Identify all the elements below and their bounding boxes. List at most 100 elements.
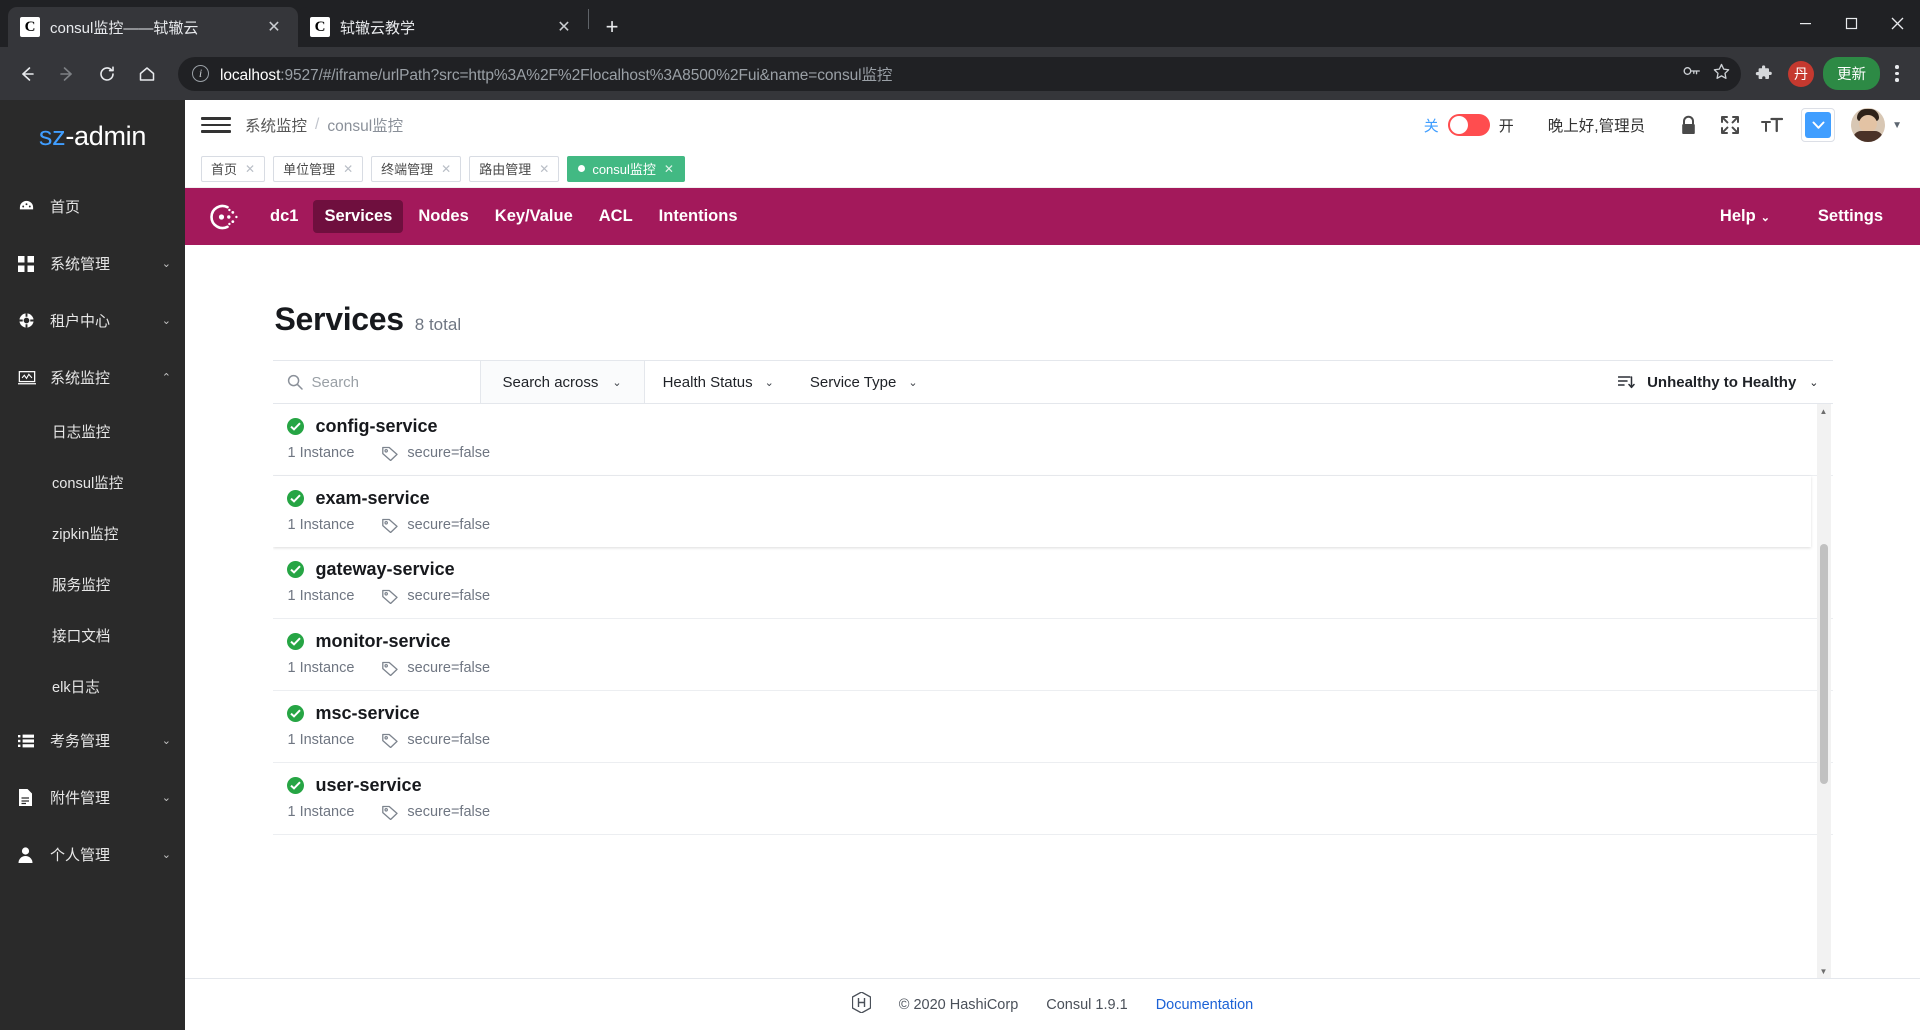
switch-off-label: 关 <box>1423 117 1439 135</box>
back-icon[interactable] <box>10 57 44 91</box>
breadcrumb-parent[interactable]: 系统监控 <box>245 114 307 136</box>
extensions-icon[interactable] <box>1749 59 1779 89</box>
sidebar-item-attachment-management[interactable]: 附件管理 ⌄ <box>0 769 185 826</box>
consul-iframe: dc1 Services Nodes Key/Value ACL Intenti… <box>185 188 1920 1030</box>
sidebar-item-home[interactable]: 首页 <box>0 178 185 235</box>
service-row-monitor-service[interactable]: monitor-service 1 Instance secure=false <box>272 619 1833 691</box>
service-row-gateway-service[interactable]: gateway-service 1 Instance secure=false <box>272 547 1833 619</box>
footer-copyright: © 2020 HashiCorp <box>898 996 1019 1013</box>
scrollbar-thumb[interactable] <box>1819 544 1828 784</box>
sidebar-item-tenant-center[interactable]: 租户中心 ⌄ <box>0 292 185 349</box>
lock-icon[interactable] <box>1667 105 1709 145</box>
page-tab-unit-management[interactable]: 单位管理 ✕ <box>273 155 364 182</box>
page-tab-route-management-label: 路由管理 <box>479 162 532 177</box>
consul-datacenter[interactable]: dc1 <box>259 200 309 233</box>
services-scrollbar[interactable]: ▲ ▼ <box>1816 404 1831 978</box>
sidebar-subitem-elk-logs[interactable]: elk日志 <box>0 661 185 712</box>
browser-menu-icon[interactable] <box>1884 65 1910 82</box>
service-instances-5: 1 Instance <box>287 732 355 748</box>
browser-tab-1-close-icon[interactable]: ✕ <box>262 17 286 37</box>
url-path: :9527/#/iframe/urlPath?src=http%3A%2F%2F… <box>280 66 893 84</box>
breadcrumb: 系统监控 / consul监控 <box>245 114 403 136</box>
service-row-msc-service[interactable]: msc-service 1 Instance secure=false <box>272 691 1833 763</box>
profile-avatar[interactable]: 丹 <box>1788 60 1814 87</box>
status-passing-icon-3 <box>286 561 304 578</box>
theme-toggle-switch[interactable] <box>1447 114 1490 136</box>
consul-favicon-icon: C <box>20 17 40 37</box>
page-tab-route-management-close-icon[interactable]: ✕ <box>539 162 549 176</box>
chevron-down-icon-search-across: ⌄ <box>612 376 622 389</box>
reload-icon[interactable] <box>90 57 124 91</box>
hamburger-menu-icon[interactable] <box>201 117 231 133</box>
health-status-dropdown[interactable]: Health Status ⌄ <box>645 361 792 403</box>
page-tab-consul-monitor[interactable]: consul监控 ✕ <box>567 155 685 182</box>
page-tab-home-close-icon[interactable]: ✕ <box>245 162 255 176</box>
sidebar-item-personal-management[interactable]: 个人管理 ⌄ <box>0 826 185 883</box>
app-logo[interactable]: sz -admin <box>0 100 185 172</box>
forward-icon[interactable] <box>50 57 84 91</box>
search-input-wrapper[interactable]: Search <box>273 361 481 403</box>
service-name-4: monitor-service <box>315 631 451 651</box>
health-status-label: Health Status <box>662 373 753 391</box>
browser-tab-2[interactable]: C 轼辙云教学 ✕ <box>298 7 588 47</box>
sidebar-subitem-api-docs[interactable]: 接口文档 <box>0 610 185 661</box>
page-tab-unit-management-close-icon[interactable]: ✕ <box>343 162 353 176</box>
footer-version: Consul 1.9.1 <box>1046 996 1128 1013</box>
switch-on-label: 开 <box>1498 117 1514 135</box>
page-tab-route-management[interactable]: 路由管理 ✕ <box>469 155 560 182</box>
sidebar-item-system-management[interactable]: 系统管理 ⌄ <box>0 235 185 292</box>
footer-documentation-link[interactable]: Documentation <box>1156 997 1254 1013</box>
home-icon[interactable] <box>130 57 164 91</box>
consul-logo-icon[interactable] <box>207 201 239 233</box>
language-dropdown-button[interactable] <box>1801 108 1836 142</box>
breadcrumb-current: consul监控 <box>327 118 404 135</box>
consul-nav-help[interactable]: Help ⌄ <box>1709 200 1781 233</box>
service-type-dropdown[interactable]: Service Type ⌄ <box>792 361 936 403</box>
sidebar-item-exam-management[interactable]: 考务管理 ⌄ <box>0 712 185 769</box>
consul-nav-nodes[interactable]: Nodes <box>407 200 479 233</box>
password-key-icon[interactable] <box>1682 61 1702 86</box>
close-window-icon[interactable] <box>1874 0 1920 47</box>
consul-nav-acl[interactable]: ACL <box>588 200 644 233</box>
new-tab-button[interactable]: + <box>595 10 629 44</box>
user-menu-caret-icon[interactable]: ▼ <box>1892 120 1902 131</box>
avatar-body <box>1853 131 1884 142</box>
sidebar-item-system-monitor[interactable]: 系统监控 ⌃ <box>0 349 185 406</box>
consul-nav-settings[interactable]: Settings <box>1807 200 1894 233</box>
sidebar-subitem-service-monitor[interactable]: 服务监控 <box>0 559 185 610</box>
sidebar-item-system-monitor-label: 系统监控 <box>50 370 111 387</box>
consul-nav-services[interactable]: Services <box>313 200 404 233</box>
services-scroll-area[interactable]: config-service 1 Instance secure=false e… <box>272 404 1833 978</box>
maximize-icon[interactable] <box>1828 0 1874 47</box>
service-row-exam-service[interactable]: exam-service 1 Instance secure=false <box>272 476 1811 547</box>
sidebar-subitem-consul-monitor[interactable]: consul监控 <box>0 457 185 508</box>
sidebar-item-personal-management-label: 个人管理 <box>50 847 111 864</box>
search-input[interactable]: Search <box>312 374 360 391</box>
page-tab-home[interactable]: 首页 ✕ <box>201 155 266 182</box>
consul-nav-key-value[interactable]: Key/Value <box>484 200 584 233</box>
status-passing-icon-5 <box>286 705 304 722</box>
text-size-icon[interactable] <box>1751 105 1793 145</box>
service-tag-2: secure=false <box>407 517 491 533</box>
bookmark-star-icon[interactable] <box>1712 62 1731 86</box>
search-across-dropdown[interactable]: Search across ⌄ <box>480 361 645 403</box>
browser-tab-2-close-icon[interactable]: ✕ <box>552 17 576 37</box>
service-row-config-service[interactable]: config-service 1 Instance secure=false <box>272 404 1833 476</box>
minimize-icon[interactable] <box>1782 0 1828 47</box>
sort-control[interactable]: Unhealthy to Healthy ⌄ <box>1618 374 1832 391</box>
scroll-down-arrow-icon[interactable]: ▼ <box>1817 964 1831 978</box>
address-bar[interactable]: i localhost:9527/#/iframe/urlPath?src=ht… <box>178 56 1741 91</box>
consul-nav-intentions[interactable]: Intentions <box>648 200 749 233</box>
page-tab-terminal-management-close-icon[interactable]: ✕ <box>441 162 451 176</box>
service-row-user-service[interactable]: user-service 1 Instance secure=false <box>272 763 1833 835</box>
browser-tab-1[interactable]: C consul监控——轼辙云 ✕ <box>8 7 298 47</box>
update-button[interactable]: 更新 <box>1823 57 1880 90</box>
fullscreen-icon[interactable] <box>1709 105 1751 145</box>
user-avatar[interactable] <box>1851 108 1886 142</box>
sidebar-subitem-zipkin-monitor[interactable]: zipkin监控 <box>0 508 185 559</box>
sidebar-subitem-log-monitor[interactable]: 日志监控 <box>0 406 185 457</box>
site-info-icon[interactable]: i <box>192 65 209 82</box>
page-tab-consul-monitor-close-icon[interactable]: ✕ <box>664 162 674 176</box>
scroll-up-arrow-icon[interactable]: ▲ <box>1817 404 1831 418</box>
page-tab-terminal-management[interactable]: 终端管理 ✕ <box>371 155 462 182</box>
